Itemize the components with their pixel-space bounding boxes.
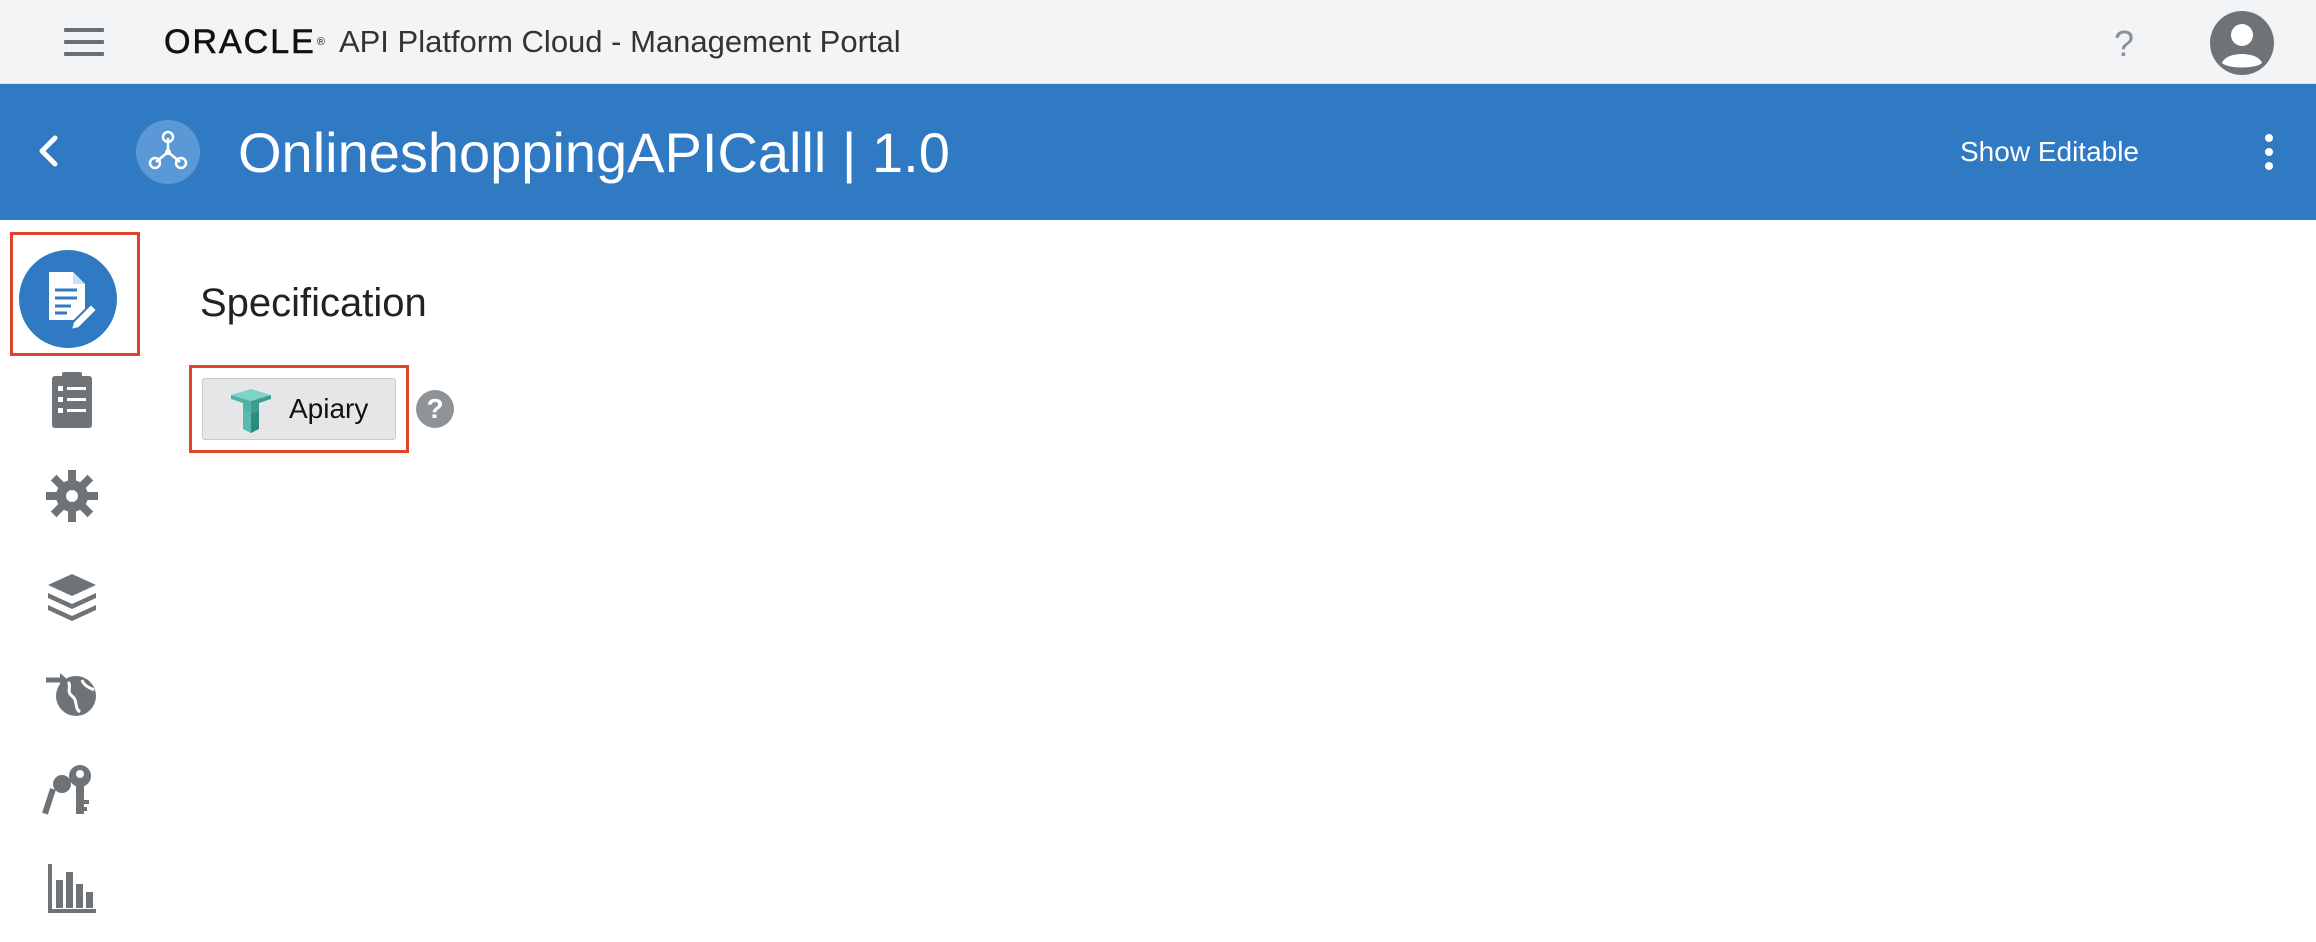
- help-circle-icon[interactable]: ?: [416, 390, 454, 428]
- layers-icon: [48, 574, 96, 621]
- gear-icon: [46, 470, 98, 522]
- api-title: OnlineshoppingAPICalll | 1.0: [238, 121, 950, 184]
- nav-item-specification[interactable]: [19, 250, 117, 348]
- kebab-menu-icon[interactable]: [2258, 128, 2282, 176]
- apiary-logo-icon: [227, 387, 275, 435]
- api-nodes-icon: [136, 120, 200, 184]
- help-icon[interactable]: ?: [2106, 22, 2142, 66]
- keys-icon: [42, 765, 91, 815]
- top-bar: ORACLE ® API Platform Cloud - Management …: [0, 0, 2316, 84]
- nav-item-keys[interactable]: [38, 756, 106, 824]
- apiary-button[interactable]: Apiary: [202, 378, 396, 440]
- nav-item-analytics[interactable]: [38, 854, 106, 922]
- hamburger-icon[interactable]: [56, 24, 116, 60]
- oracle-logo: ORACLE: [164, 22, 316, 61]
- nav-item-layers[interactable]: [38, 560, 106, 628]
- clipboard-list-icon: [52, 372, 92, 428]
- apiary-button-label: Apiary: [289, 393, 369, 424]
- document-edit-icon: [49, 272, 99, 332]
- user-avatar-icon[interactable]: [2210, 11, 2274, 75]
- api-header-bar: OnlineshoppingAPICalll | 1.0 Show Editab…: [0, 84, 2316, 220]
- nav-item-clipboard[interactable]: [38, 366, 106, 434]
- registered-mark: ®: [316, 36, 325, 48]
- nav-item-settings[interactable]: [38, 462, 106, 530]
- back-chevron-icon[interactable]: [26, 128, 72, 174]
- brand: ORACLE ® API Platform Cloud - Management …: [164, 22, 901, 62]
- section-title: Specification: [200, 281, 427, 325]
- portal-title: API Platform Cloud - Management Portal: [338, 24, 901, 59]
- nav-item-deployments[interactable]: [38, 658, 106, 726]
- show-editable-button[interactable]: Show Editable: [1960, 130, 2139, 174]
- bar-chart-icon: [48, 864, 96, 913]
- globe-deploy-icon: [46, 673, 96, 716]
